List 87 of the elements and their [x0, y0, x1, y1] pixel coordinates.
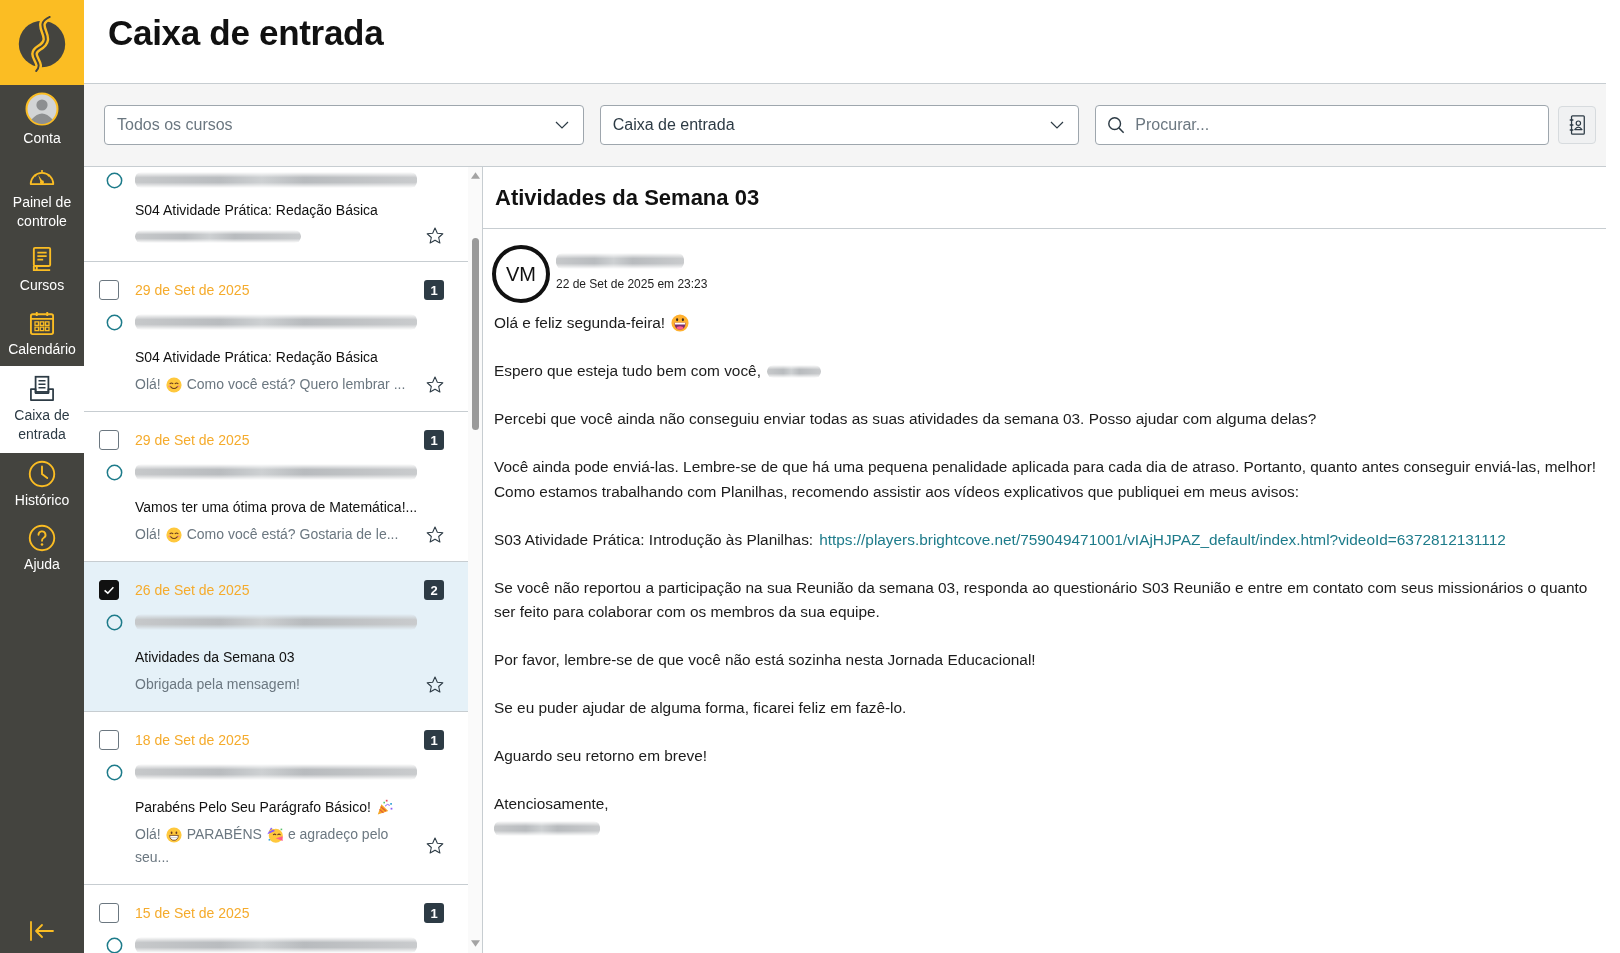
message-count: 1: [424, 280, 444, 300]
search-icon: [1107, 116, 1126, 134]
body-text: Aguardo seu retorno em breve!: [494, 746, 708, 766]
collapse-nav-button[interactable]: [28, 919, 56, 943]
open-mouth-smile-icon: [671, 314, 690, 333]
subject-text: Vamos ter uma ótima prova de Matemática!...: [135, 499, 418, 515]
date-text: 18 de Set de 2025: [135, 732, 250, 748]
body-text: Você ainda pode enviá-las. Lembre-se de que há uma pequena penalidade aplicada para cada dia de atraso. Portanto, quanto antes conseguir enviá-las, melhor!: [494, 457, 1597, 477]
preview-text: Obrigada pela mensagem!: [135, 675, 300, 694]
course-select[interactable]: Todos os cursos: [104, 105, 584, 145]
blurred-text: [766, 364, 821, 378]
subject-text: Parabéns Pelo Seu Parágrafo Básico!: [135, 799, 371, 815]
user-avatar-icon: [25, 92, 59, 126]
body-text: Atenciosamente,: [494, 794, 609, 814]
nav-link[interactable]: Conta: [0, 85, 84, 155]
body-text: S03 Atividade Prática: Introdução às Planilhas:: [494, 529, 814, 550]
ring-icon[interactable]: [106, 171, 123, 189]
body-text: Olá e feliz segunda-feira!: [494, 313, 666, 333]
checkbox[interactable]: [99, 730, 119, 750]
party-face-icon: [266, 826, 283, 843]
date-text: 26 de Set de 2025: [135, 582, 250, 598]
star-icon[interactable]: [425, 674, 445, 695]
arrow-left-to-bar-icon: [28, 919, 56, 943]
body-text: Espero que esteja tudo bem com você,: [494, 361, 761, 381]
message-count: 1: [424, 903, 444, 923]
body-text: Como estamos trabalhando com Planilhas, recomendo assistir aos vídeos explicativos que publiquei em meus avisos:: [494, 481, 1299, 502]
body-text: Por favor, lembre-se de que você não está sozinha nesta Jornada Educacional!: [494, 650, 1036, 670]
nav-link[interactable]: Ajuda: [0, 517, 84, 581]
message-count: 1: [424, 430, 444, 450]
nav-link[interactable]: Caixa de entrada: [0, 366, 84, 453]
date-text: 29 de Set de 2025: [135, 432, 250, 448]
star-icon[interactable]: [425, 836, 445, 856]
address-book-icon: [1567, 114, 1587, 136]
smiling-face-icon: [165, 526, 182, 543]
nav-link[interactable]: Painel de controle: [0, 155, 84, 238]
conversation-item[interactable]: 26 de Set de 2025 2 Atividades da Semana 03 Obrigada pela mensagem!: [84, 562, 468, 712]
body-text: Percebi que você ainda não conseguiu enviar todas as suas atividades da semana 03. Posso ajudar com alguma delas?: [494, 409, 1317, 429]
smiling-face-icon: [165, 376, 182, 393]
checkbox[interactable]: [99, 430, 119, 450]
subject-text: S04 Atividade Prática: Redação Básica: [135, 349, 378, 365]
grinning-face-icon: [165, 826, 182, 843]
star-icon[interactable]: [425, 226, 445, 246]
calendar-icon: [28, 309, 56, 337]
checkbox[interactable]: [99, 580, 119, 600]
preview-text: e agradeço pelo: [287, 825, 389, 844]
date-text: 29 de Set de 2025: [135, 282, 250, 298]
avatar: VM: [492, 245, 550, 303]
star-icon[interactable]: [425, 374, 445, 395]
logo[interactable]: [0, 0, 84, 85]
clock-icon: [28, 460, 56, 488]
party-popper-icon: [376, 799, 393, 815]
checkbox[interactable]: [99, 903, 119, 923]
question-circle-icon: [28, 524, 56, 552]
ring-icon[interactable]: [106, 613, 123, 631]
inbox-tray-icon: [28, 375, 56, 403]
subject-text: Atividades da Semana 03: [135, 649, 295, 665]
address-book-button[interactable]: [1558, 106, 1596, 144]
ring-icon[interactable]: [106, 313, 123, 331]
date-text: 15 de Set de 2025: [135, 905, 250, 921]
subject-text: S04 Atividade Prática: Redação Básica: [135, 202, 378, 218]
star-icon[interactable]: [425, 524, 445, 545]
link[interactable]: https://players.brightcove.net/759049471001/vIAjHJPAZ_default/index.html?videoId=6372812131112: [819, 527, 1506, 552]
checkbox[interactable]: [99, 280, 119, 300]
body-text: Se você não reportou a participação na sua Reunião da semana 03, responda ao questionário S03 Reunião e entre em contato com seus missionários o quanto: [494, 577, 1588, 598]
message-count: 2: [424, 580, 444, 600]
search-field[interactable]: Procurar...: [1095, 105, 1549, 145]
preview-text: seu...: [135, 848, 170, 867]
ring-icon[interactable]: [106, 463, 123, 481]
nav-link[interactable]: Cursos: [0, 238, 84, 302]
preview-text: Como você está? Gostaria de le...: [186, 525, 399, 544]
nav-link[interactable]: Histórico: [0, 453, 84, 517]
message-date: 22 de Set de 2025 em 23:23: [556, 277, 708, 291]
preview-text: Olá!: [135, 375, 161, 394]
scrollbar-thumb[interactable]: [471, 238, 479, 430]
message-title: Atividades da Semana 03: [483, 167, 1606, 229]
body-text: Se eu puder ajudar de alguma forma, ficarei feliz em fazê-lo.: [494, 698, 907, 718]
nav-link[interactable]: Calendário: [0, 302, 84, 366]
preview-text: PARABÉNS: [186, 825, 262, 844]
preview-text: Olá!: [135, 825, 161, 844]
body-text: ser feito para colaborar com os membros da sua equipe.: [494, 602, 880, 622]
mailbox-select[interactable]: Caixa de entrada: [599, 105, 1080, 145]
preview-text: Como você está? Quero lembrar ...: [186, 375, 406, 394]
ring-icon[interactable]: [106, 936, 123, 953]
message-count: 1: [424, 730, 444, 750]
ring-icon[interactable]: [106, 763, 123, 781]
preview-text: Olá!: [135, 525, 161, 544]
page-title: Caixa de entrada: [108, 12, 384, 54]
